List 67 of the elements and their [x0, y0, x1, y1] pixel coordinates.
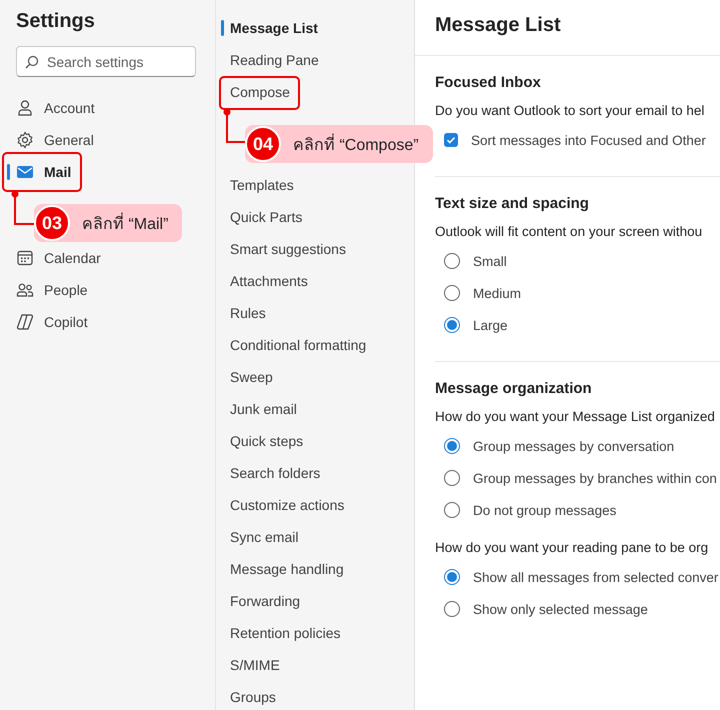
section-heading: Text size and spacing [435, 195, 590, 212]
subnav-item[interactable]: Groups [230, 681, 276, 710]
nav-item[interactable]: People [16, 274, 88, 306]
question-text: How do you want your Message List organized [435, 409, 716, 424]
nav-item[interactable]: Mail [16, 156, 72, 188]
subnav-item[interactable]: Sweep [230, 361, 273, 393]
question-text: Do you want Outlook to sort your email to hel [435, 103, 706, 118]
subnav-item[interactable]: Quick steps [230, 425, 304, 457]
option-label: Group messages by branches within con [473, 470, 717, 486]
checkbox[interactable] [444, 133, 458, 147]
option-label: Group messages by conversation [473, 438, 674, 454]
callout-label: คลิกที่ “Compose” [293, 132, 419, 156]
subnav-item[interactable]: Message List [230, 12, 318, 44]
question-text: How do you want your reading pane to be org [435, 540, 710, 555]
radio-button[interactable] [444, 285, 460, 301]
option-label: Large [473, 318, 508, 332]
selection-bar [7, 164, 10, 180]
radio-button[interactable] [444, 438, 460, 454]
subnav-item[interactable]: Junk email [230, 393, 297, 425]
section-heading: Focused Inbox [435, 74, 542, 91]
leader-line [11, 190, 37, 228]
subnav-item[interactable]: Sync email [230, 521, 298, 553]
subnav-item[interactable]: Rules [230, 297, 266, 329]
subnav-item[interactable]: Compose [230, 76, 290, 108]
subnav-item[interactable]: Search folders [230, 457, 320, 489]
nav-item[interactable]: Calendar [16, 242, 101, 274]
people-icon [16, 281, 34, 299]
subnav-item[interactable]: Attachments [230, 265, 308, 297]
step-number: 03 [34, 205, 70, 241]
option-label: Show all messages from selected conver [473, 570, 718, 584]
subnav-item[interactable]: Quick Parts [230, 201, 302, 233]
selection-bar [221, 20, 224, 36]
radio-button[interactable] [444, 601, 460, 617]
step-number: 04 [245, 126, 281, 162]
subnav-item[interactable]: Reading Pane [230, 44, 319, 76]
callout-label: คลิกที่ “Mail” [82, 210, 168, 236]
check-icon [446, 135, 456, 145]
settings-title: Settings [16, 10, 96, 33]
page-title: Message List [435, 14, 561, 36]
search-field[interactable]: Search settings [16, 46, 196, 77]
mail-icon [16, 163, 34, 181]
section-heading: Message organization [435, 380, 593, 397]
subnav-item[interactable]: Retention policies [230, 617, 341, 649]
nav-item[interactable]: Account [16, 92, 95, 124]
radio-button[interactable] [444, 253, 460, 269]
subnav-item[interactable]: Customize actions [230, 489, 344, 521]
subnav-item[interactable]: Conditional formatting [230, 329, 366, 361]
question-text: Outlook will fit content on your screen withou [435, 224, 704, 239]
option-label: Do not group messages [473, 502, 616, 518]
person-icon [16, 99, 34, 117]
calendar-icon [16, 249, 34, 267]
option-label: Medium [473, 286, 522, 300]
subnav-item[interactable]: S/MIME [230, 649, 280, 681]
nav-item[interactable]: General [16, 124, 94, 156]
option-label: Sort messages into Focused and Other [471, 132, 706, 148]
nav-item[interactable]: Copilot [16, 306, 88, 338]
subnav-item[interactable]: Smart suggestions [230, 233, 346, 265]
settings-icon [16, 131, 34, 149]
option-label: Small [473, 254, 507, 268]
radio-button[interactable] [444, 569, 460, 585]
subnav-item[interactable]: Message handling [230, 553, 344, 585]
subnav-item[interactable]: Templates [230, 169, 294, 201]
option-label: Show only selected message [473, 602, 648, 616]
radio-button[interactable] [444, 317, 460, 333]
subnav-item[interactable]: Forwarding [230, 585, 300, 617]
radio-button[interactable] [444, 470, 460, 486]
radio-button[interactable] [444, 502, 460, 518]
